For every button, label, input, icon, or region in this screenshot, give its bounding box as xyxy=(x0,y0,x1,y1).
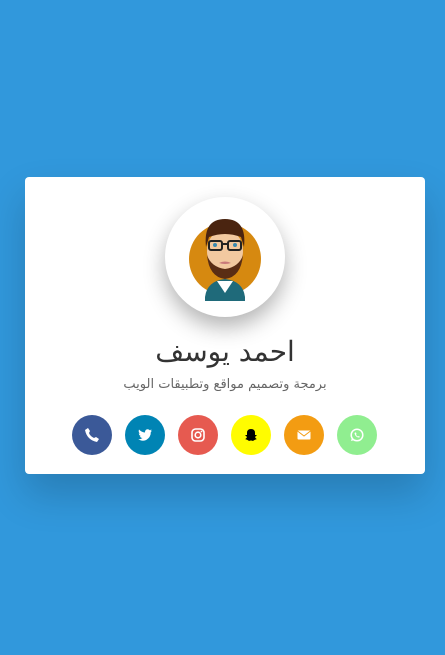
social-links xyxy=(72,415,377,455)
phone-icon xyxy=(85,428,99,442)
twitter-icon xyxy=(138,429,152,441)
instagram-icon xyxy=(191,428,205,442)
email-icon xyxy=(297,430,311,440)
whatsapp-icon xyxy=(350,428,364,442)
snapchat-icon xyxy=(245,429,257,441)
instagram-button[interactable] xyxy=(178,415,218,455)
whatsapp-button[interactable] xyxy=(337,415,377,455)
avatar-illustration-icon xyxy=(189,219,261,301)
twitter-button[interactable] xyxy=(125,415,165,455)
profile-title: برمجة وتصميم مواقع وتطبيقات الويب xyxy=(123,377,327,392)
profile-name: احمد يوسف xyxy=(155,335,295,368)
profile-card: احمد يوسف برمجة وتصميم مواقع وتطبيقات ال… xyxy=(25,177,425,474)
email-button[interactable] xyxy=(284,415,324,455)
phone-button[interactable] xyxy=(72,415,112,455)
snapchat-button[interactable] xyxy=(231,415,271,455)
avatar xyxy=(165,197,285,317)
